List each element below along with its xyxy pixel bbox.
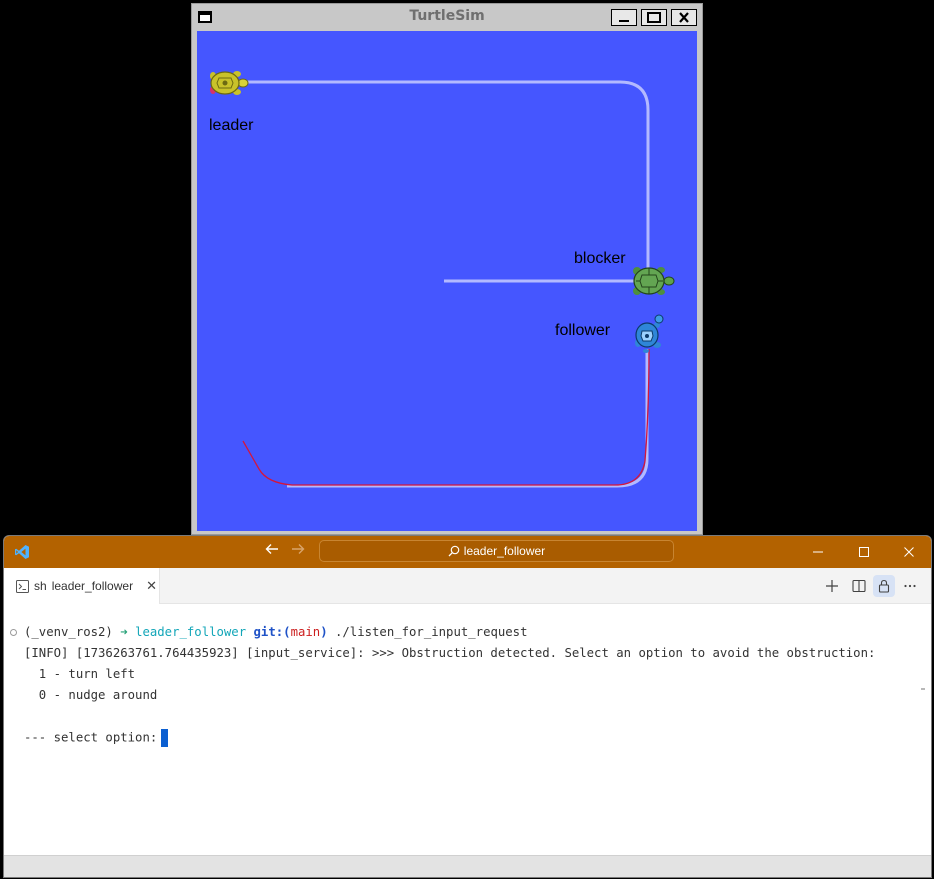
maximize-icon <box>859 547 869 557</box>
leader-label: leader <box>209 117 254 134</box>
prompt-command: ./listen_for_input_request <box>335 625 528 639</box>
blocker-label: blocker <box>574 250 626 267</box>
follower-trail <box>242 348 650 486</box>
option-line: 0 - nudge around <box>24 688 158 702</box>
tab-close-icon[interactable]: ✕ <box>146 578 157 594</box>
terminal-output[interactable]: (_venv_ros2) ➜ leader_follower git:(main… <box>4 604 931 856</box>
turtlesim-canvas: leader blocker follower <box>197 31 697 531</box>
prompt-branch: main <box>290 625 321 639</box>
vscode-window: leader_follower sh leader_follower ✕ (_v… <box>3 535 932 878</box>
terminal-cursor[interactable] <box>161 729 169 747</box>
forward-arrow-icon[interactable] <box>288 542 308 562</box>
select-prompt-line: --- select option: <box>24 729 169 747</box>
prompt-status-icon <box>10 629 17 636</box>
loop-path <box>287 349 649 488</box>
info-line: [INFO] [1736263761.764435923] [input_ser… <box>24 646 876 660</box>
select-prompt-text: --- select option: <box>24 730 158 745</box>
minimize-button[interactable] <box>611 9 637 26</box>
tab-prefix: sh <box>34 579 47 593</box>
follower-turtle-icon <box>635 314 664 353</box>
close-icon <box>679 12 689 23</box>
prompt-dir: leader_follower <box>135 625 247 639</box>
search-text: leader_follower <box>463 544 546 558</box>
status-bar <box>4 855 931 877</box>
more-actions-button[interactable] <box>899 575 921 597</box>
prompt-line: (_venv_ros2) ➜ leader_follower git:(main… <box>24 624 528 640</box>
vscode-logo-icon <box>15 545 29 559</box>
option-line: 1 - turn left <box>24 667 136 681</box>
turtlesim-window: TurtleSim leader blocker follower <box>191 3 703 535</box>
close-button[interactable] <box>671 9 697 26</box>
split-icon <box>852 579 866 593</box>
tab-label: leader_follower <box>51 579 134 593</box>
prompt-git-label: git:( <box>253 625 291 639</box>
command-center-search[interactable]: leader_follower <box>319 540 674 562</box>
terminal-scrollbar[interactable] <box>921 688 925 700</box>
vscode-maximize-button[interactable] <box>854 542 874 562</box>
prompt-venv: (_venv_ros2) <box>24 625 113 639</box>
ellipsis-icon <box>904 584 916 588</box>
prompt-arrow: ➜ <box>120 625 128 639</box>
split-terminal-button[interactable] <box>848 575 870 597</box>
turtle-paths <box>225 80 650 488</box>
follower-label: follower <box>555 322 611 339</box>
leader-turtle-icon <box>210 71 249 95</box>
minimize-icon <box>813 551 823 553</box>
terminal-icon <box>16 579 29 593</box>
prompt-git-close: ) <box>320 625 328 639</box>
maximize-button[interactable] <box>641 9 667 26</box>
minimize-icon <box>619 19 629 22</box>
plus-icon <box>826 580 838 592</box>
close-icon <box>904 547 914 557</box>
terminal-tab[interactable]: sh leader_follower ✕ <box>4 568 160 604</box>
lock-button[interactable] <box>873 575 895 597</box>
turtlesim-titlebar[interactable]: TurtleSim <box>192 4 702 30</box>
blocker-turtle-icon <box>633 267 675 295</box>
vscode-minimize-button[interactable] <box>808 542 828 562</box>
lock-icon <box>878 579 890 593</box>
vscode-titlebar[interactable]: leader_follower <box>4 536 931 568</box>
new-terminal-button[interactable] <box>821 575 843 597</box>
vscode-close-button[interactable] <box>899 542 919 562</box>
maximize-icon <box>647 12 661 23</box>
back-arrow-icon[interactable] <box>262 542 282 562</box>
search-icon <box>448 545 460 557</box>
terminal-tabbar: sh leader_follower ✕ <box>4 568 931 604</box>
